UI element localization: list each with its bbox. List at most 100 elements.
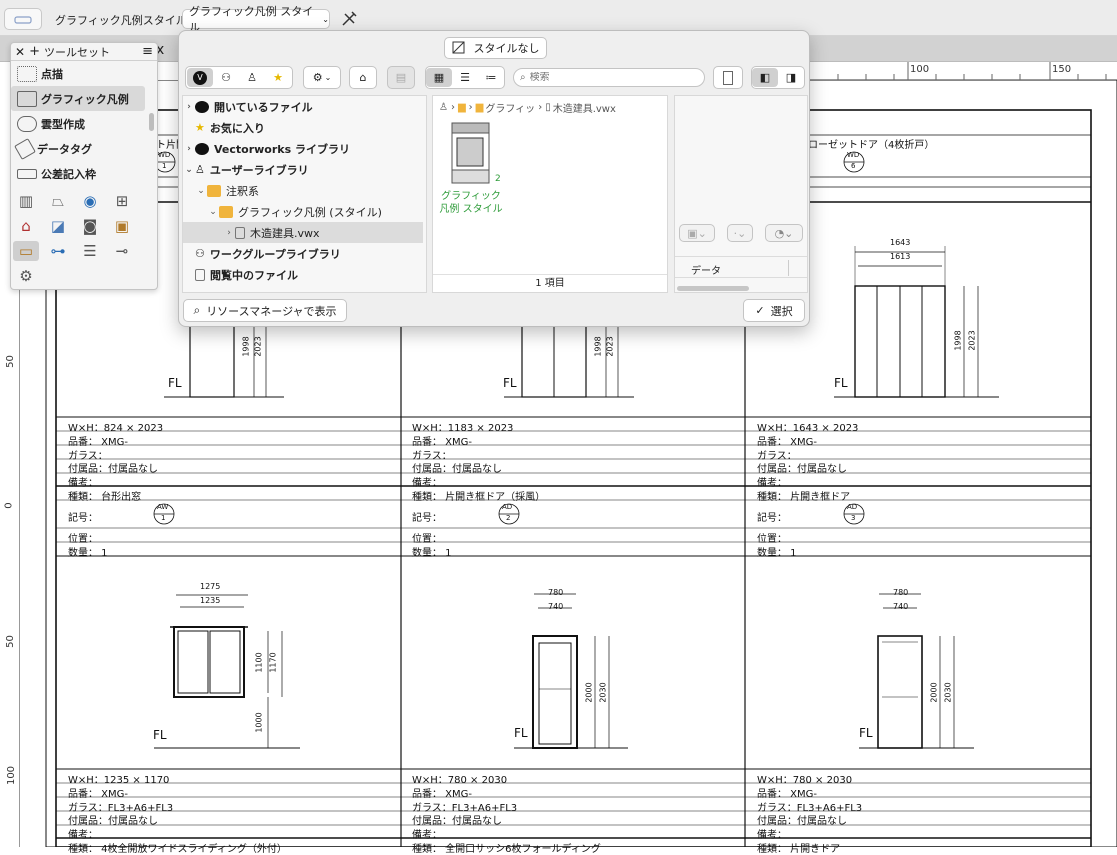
camera-tool-icon[interactable]: ◙ [77,216,103,236]
part-text: 品番： XMG- [412,789,473,800]
tab-data[interactable]: データ [691,262,721,277]
gear-icon: ⚙ [312,71,323,84]
sign-tool-icon[interactable]: ▣ [109,216,135,236]
detail-view-icon[interactable]: ≔ [478,71,504,84]
floor-line-label: FL [834,376,848,390]
tool-cloud[interactable]: 雲型作成 [11,111,157,136]
resource-thumbnail[interactable]: 2 グラフィック凡例 スタイル [439,120,523,230]
tools-icon[interactable] [340,10,358,28]
quantity-text: 数量： 1 [757,548,797,559]
close-icon[interactable]: ✕ [15,45,25,59]
kind-text: 種類： 4枚全開放ワイドスライディング（外付） [68,844,287,855]
folder-icon [207,184,221,197]
ruler-tool-icon[interactable]: ▭ [13,241,39,261]
stair-tool-icon[interactable]: ◪ [45,216,71,236]
data-tag-icon [14,137,36,160]
tree-item-graphic-legend[interactable]: ⌄ グラフィック凡例 (スタイル) [183,201,423,222]
star-icon: ★ [195,121,205,134]
tree-label: 注釈系 [226,184,259,198]
show-in-resource-manager-button[interactable]: ⌕ リソースマネージャで表示 [183,299,347,322]
cloud-icon [17,115,37,132]
tree-label: ユーザーライブラリ [209,163,309,177]
tool-graphic-legend[interactable]: グラフィック凡例 [11,86,145,111]
note-text: 備考： [68,830,98,841]
up-folder-button[interactable]: ▤ [387,66,415,89]
search-input[interactable] [529,72,680,83]
info-tab-bar: データ [675,256,807,278]
style-select[interactable]: グラフィック凡例 スタイル ⌄ [182,5,330,34]
tree-item-vectorworks-library[interactable]: › Vectorworks ライブラリ [183,138,423,159]
tree-label: 開いているファイル [214,100,313,114]
dimension-label: 2030 [943,682,953,703]
home-button[interactable]: ⌂ [349,66,377,89]
breadcrumb-item[interactable]: グラフィッ [485,100,535,115]
tree-item-favorites[interactable]: ★ お気に入り [183,117,423,138]
ruler-label: 50 [4,635,16,648]
tree-label: Vectorworks ライブラリ [214,142,350,156]
dimension-label: 1998 [953,330,963,351]
info-scrollbar[interactable] [677,286,749,291]
pane-right-icon[interactable]: ◨ [778,71,804,84]
cell-header: ローゼットドア（4枚折戸） [808,140,935,151]
breadcrumb-item[interactable]: 木造建具.vwx [553,100,616,115]
vectorworks-filter-icon[interactable]: V [187,68,213,87]
gear-tool-icon[interactable]: ⚙ [13,266,39,286]
building-tool-icon[interactable]: ⌂ [13,216,39,236]
tree-item-user-library[interactable]: ⌄ ♙ ユーザーライブラリ [183,159,423,180]
grid-view-icon[interactable]: ▦ [426,68,452,87]
door-tool-icon[interactable]: ⏢ [45,191,71,211]
dimension-label: 2023 [967,330,977,351]
grid-tool-icon[interactable]: ⊞ [109,191,135,211]
favorites-filter-icon[interactable]: ★ [265,71,291,84]
view-angle-button[interactable]: ◔⌄ [765,224,803,242]
chevron-down-icon: ⌄ [324,73,332,82]
plus-icon[interactable]: + [29,44,40,59]
size-text: W×H：1183 × 2023 [412,423,514,434]
plumbing-tool-icon[interactable]: ⊶ [45,241,71,261]
settings-menu-button[interactable]: ⚙ ⌄ [303,66,341,89]
pane-left-icon[interactable]: ◧ [752,68,778,87]
tree-item-wood-fittings-file[interactable]: › 木造建具.vwx [183,222,423,243]
group-filter-icon[interactable]: ⚇ [213,71,239,84]
symbol-label: 記号： [68,513,98,524]
vectorworks-icon [195,142,209,155]
no-style-button[interactable]: スタイルなし [444,37,547,59]
tolerance-frame-icon [17,168,37,179]
search-field[interactable]: ⌕ [513,68,705,87]
palette-title: ツールセット [43,45,110,59]
window-tool-icon[interactable]: ▥ [13,191,39,211]
tree-item-workgroup-library[interactable]: ⚇ ワークグループライブラリ [183,243,423,264]
tool-stipple[interactable]: 点描 [11,61,157,86]
key-tool-icon[interactable]: ⊸ [109,241,135,261]
dimension-label: 1100 [254,652,264,673]
symbol-code: AW [157,503,169,511]
tree-item-annotation[interactable]: ⌄ 注釈系 [183,180,423,201]
accessory-text: 付属品：付属品なし [68,816,158,827]
tree-item-browsing-file[interactable]: 閲覧中のファイル [183,264,423,285]
tree-item-open-files[interactable]: › 開いているファイル [183,96,423,117]
folder-icon: ▆ [457,102,466,113]
tool-data-tag[interactable]: データタグ [11,136,157,161]
palette-scrollbar[interactable] [149,113,154,131]
note-text: 備考： [68,478,98,489]
shelf-tool-icon[interactable]: ☰ [77,241,103,261]
select-button[interactable]: ✓ 選択 [743,299,805,322]
render-mode-button[interactable]: ·⌄ [727,224,753,242]
ruler-label: 100 [6,765,18,786]
globe-tool-icon[interactable]: ◉ [77,191,103,211]
accessory-text: 付属品：付属品なし [412,816,502,827]
menu-icon[interactable]: ≡ [142,44,153,59]
dimension-label: 1170 [268,652,278,673]
item-count: 1 項目 [433,274,667,293]
list-view-icon[interactable]: ☰ [452,71,478,84]
user-filter-icon[interactable]: ♙ [239,71,265,84]
preview-mode-button[interactable]: ▣⌄ [679,224,715,242]
graphic-legend-icon [17,90,37,107]
tool-tolerance-frame[interactable]: 公差記入枠 [11,161,157,186]
view-toggle-button[interactable] [4,8,42,30]
symbol-code: AD [847,503,858,511]
sidebar-toggle-button[interactable] [713,66,743,89]
position-text: 位置： [412,534,442,545]
no-style-icon [452,41,464,54]
ruler-label: 150 [1052,64,1072,75]
